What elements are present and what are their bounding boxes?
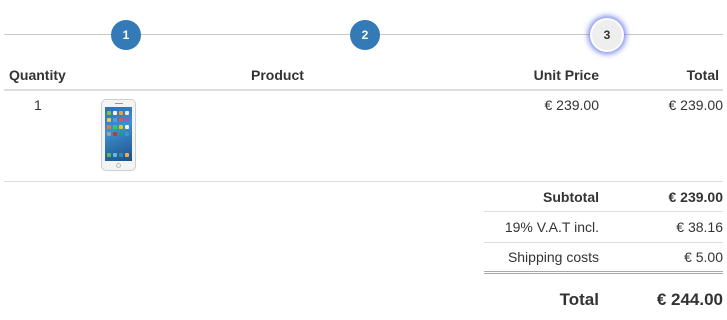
summary-divider (484, 211, 723, 212)
grand-total-value: € 244.00 (656, 290, 723, 309)
app-icon (119, 118, 123, 122)
vat-value: € 38.16 (676, 219, 723, 235)
shipping-label: Shipping costs (507, 249, 599, 265)
phone-screen (105, 107, 132, 161)
row-divider (4, 181, 723, 182)
summary-divider (484, 242, 723, 243)
phone-speaker (115, 103, 123, 104)
iphone-image[interactable] (101, 99, 136, 171)
app-icon (125, 125, 129, 129)
total-divider (484, 271, 723, 274)
vat-label: 19% V.A.T incl. (504, 219, 599, 235)
app-icon (107, 132, 111, 136)
app-icon (113, 111, 117, 115)
app-icon (113, 118, 117, 122)
app-icon (119, 125, 123, 129)
cart-table: Quantity Product Unit Price Total 1 € 23… (0, 0, 727, 320)
app-icon (113, 125, 117, 129)
dock-icon (113, 153, 117, 157)
header-quantity: Quantity (9, 67, 66, 83)
header-total: Total (686, 67, 719, 83)
row-unit-price: € 239.00 (544, 97, 600, 113)
subtotal-label: Subtotal (543, 189, 599, 205)
header-divider (4, 89, 723, 91)
header-product: Product (251, 67, 304, 83)
grand-total-label: Total (559, 290, 599, 309)
dock-icon (107, 153, 111, 157)
row-total: € 239.00 (668, 97, 724, 113)
shipping-value: € 5.00 (684, 249, 723, 265)
app-icon (113, 132, 117, 136)
app-icon (119, 111, 123, 115)
header-unit-price: Unit Price (533, 67, 599, 83)
dock-icon (119, 153, 123, 157)
app-icon (125, 111, 129, 115)
app-icon (125, 132, 129, 136)
app-icon (125, 118, 129, 122)
app-icon (107, 125, 111, 129)
subtotal-value: € 239.00 (668, 189, 724, 205)
app-icon (107, 118, 111, 122)
dock-icon (125, 153, 129, 157)
app-icon (119, 132, 123, 136)
phone-home-button (116, 163, 121, 168)
row-quantity: 1 (34, 97, 42, 113)
app-icon (107, 111, 111, 115)
